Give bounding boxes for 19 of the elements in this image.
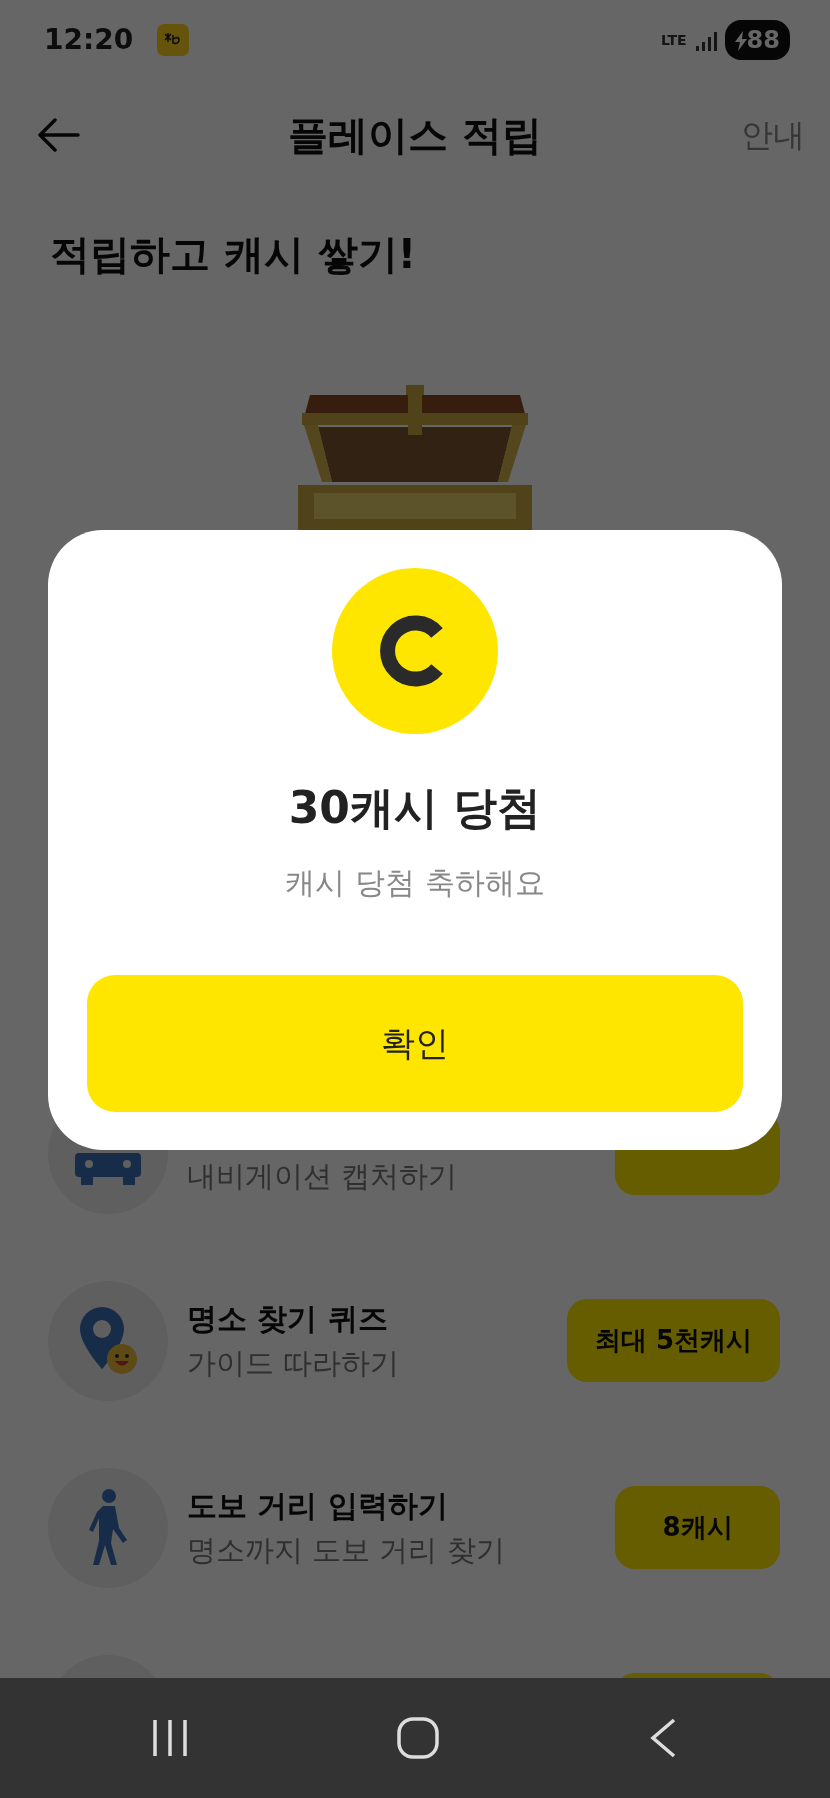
dialog-message: 캐시 당첨 축하해요 [285,864,545,902]
map-pin-smiley-icon [78,1304,138,1377]
mission-title: 도보 거리 입력하기 [187,1486,449,1525]
reward-button[interactable]: 8캐시 [615,1486,780,1569]
battery-indicator: 88 [724,20,790,60]
home-button[interactable] [397,1717,439,1759]
page-title: 플레이스 적립 [288,112,542,158]
back-button[interactable] [38,118,80,152]
dialog-title: 30캐시 당첨 [288,781,542,835]
app-notification-icon [157,24,190,56]
network-label: LTE [660,33,687,47]
reward-button[interactable]: 최대 5천캐시 [566,1299,780,1382]
confirm-button[interactable]: 확인 [87,975,743,1112]
mission-title: 명소 찾기 퀴즈 [187,1299,389,1338]
section-heading: 적립하고 캐시 쌓기! [49,230,418,279]
signal-icon [694,29,717,52]
recent-apps-button[interactable] [152,1718,189,1758]
status-time: 12:20 [44,22,134,58]
car-icon [73,1152,143,1185]
